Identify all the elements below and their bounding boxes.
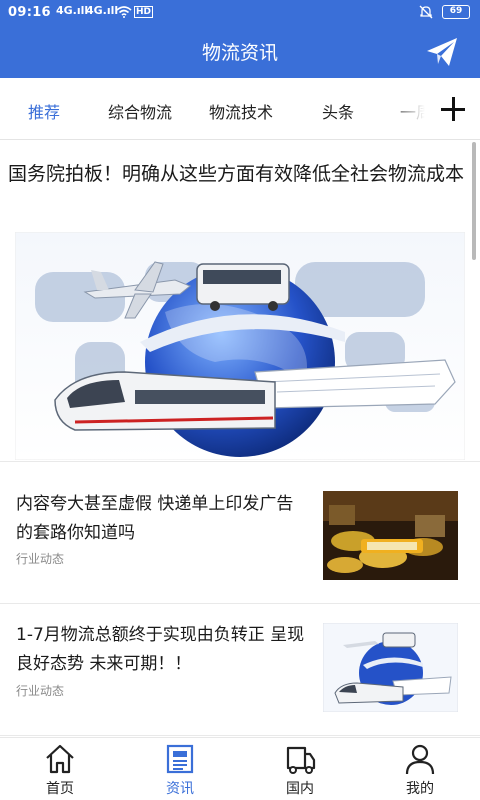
news-feed[interactable]: 国务院拍板！明确从这些方面有效降低全社会物流成本 内容夸大甚至虚假 快递单上印发… [0, 141, 480, 737]
feed-divider [0, 735, 480, 736]
nav-mine[interactable]: 我的 [360, 738, 480, 800]
add-tab-icon[interactable] [436, 92, 470, 126]
nav-home[interactable]: 首页 [0, 738, 120, 800]
list-item-thumbnail [323, 491, 458, 580]
user-icon [405, 744, 435, 775]
bottom-nav: 首页 资讯 国内 我的 [0, 737, 480, 800]
list-item-tag: 行业动态 [16, 684, 65, 698]
tab-general-logistics[interactable]: 综合物流 [108, 99, 172, 123]
battery-indicator: 69 [442, 5, 470, 19]
featured-title: 国务院拍板！明确从这些方面有效降低全社会物流成本 [8, 163, 465, 185]
signal-icon-1: 4G.ıll [56, 4, 89, 17]
notification-muted-icon [419, 5, 433, 19]
nav-label: 我的 [406, 781, 434, 797]
status-time: 09:16 [8, 5, 51, 20]
status-bar: 09:16 4G.ıll 4G.ıll HD 69 [0, 0, 480, 26]
nav-label: 国内 [286, 781, 314, 797]
list-item-tag: 行业动态 [16, 552, 65, 566]
hd-badge: HD [134, 6, 154, 18]
featured-image [15, 232, 465, 460]
wifi-icon [116, 6, 132, 18]
newspaper-icon [166, 744, 194, 774]
nav-domestic[interactable]: 国内 [240, 738, 360, 800]
tabs-fade [388, 78, 434, 139]
tab-recommend[interactable]: 推荐 [28, 99, 60, 123]
scrollbar[interactable] [472, 142, 476, 260]
tab-logistics-tech[interactable]: 物流技术 [209, 99, 273, 123]
home-icon [46, 744, 74, 774]
nav-label: 首页 [46, 781, 74, 797]
paper-plane-icon[interactable] [424, 34, 460, 70]
list-item-thumbnail [323, 623, 458, 712]
category-tabs: 推荐 综合物流 物流技术 头条 一周 [0, 78, 480, 140]
tab-headlines[interactable]: 头条 [322, 99, 354, 123]
feed-divider [0, 461, 480, 462]
feed-divider [0, 603, 480, 604]
app-header: 物流资讯 [0, 26, 480, 78]
page-title: 物流资讯 [201, 42, 278, 64]
nav-label: 资讯 [166, 781, 194, 797]
list-item-title: 内容夸大甚至虚假 快递单上印发广告的套路你知道吗 [16, 494, 294, 543]
signal-icon-2: 4G.ıll [86, 4, 119, 17]
truck-icon [286, 746, 316, 774]
nav-news[interactable]: 资讯 [120, 738, 240, 800]
list-item-title: 1-7月物流总额终于实现由负转正 呈现良好态势 未来可期！！ [16, 625, 305, 674]
